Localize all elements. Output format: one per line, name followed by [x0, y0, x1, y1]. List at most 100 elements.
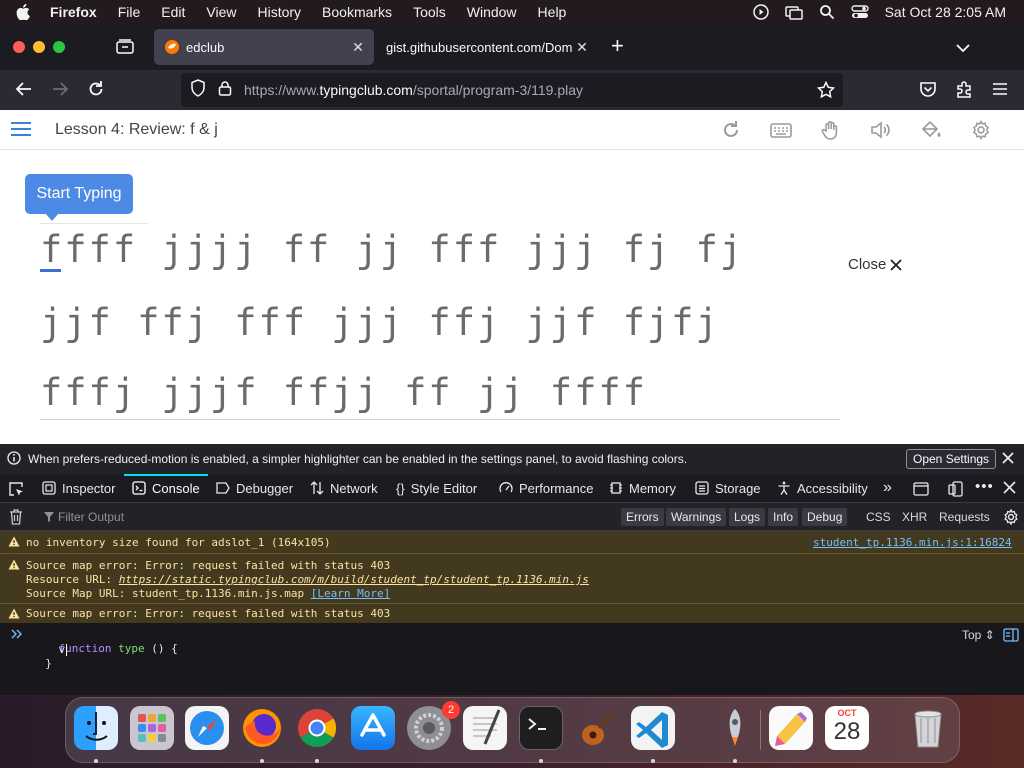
tab-close-icon[interactable]: ✕	[348, 39, 368, 56]
menubar-clock[interactable]: Sat Oct 28 2:05 AM	[885, 4, 1006, 20]
filter-output-input[interactable]: Filter Output	[58, 510, 124, 524]
filter-css-toggle[interactable]: CSS	[866, 510, 891, 524]
resource-url-link[interactable]: https://static.typingclub.com/m/build/st…	[119, 573, 589, 586]
menu-window[interactable]: Window	[467, 4, 517, 20]
pages-icon[interactable]	[769, 706, 813, 750]
sound-volume-icon[interactable]	[870, 120, 892, 145]
theme-paint-bucket-icon[interactable]	[920, 120, 942, 145]
window-close-button[interactable]	[13, 41, 25, 53]
lesson-header: Lesson 4: Review: f & j	[0, 110, 1024, 150]
menu-bookmarks[interactable]: Bookmarks	[322, 4, 392, 20]
play-icon[interactable]	[752, 4, 769, 20]
tab-close-icon[interactable]: ✕	[572, 39, 592, 56]
app-store-icon[interactable]	[351, 706, 395, 750]
devtools-tab-memory[interactable]: Memory	[609, 474, 676, 502]
devtools-close-icon[interactable]	[1003, 481, 1016, 497]
screen-mirroring-icon[interactable]	[784, 4, 803, 20]
open-settings-button[interactable]: Open Settings	[906, 449, 997, 469]
list-all-tabs-chevron-down-icon[interactable]	[956, 40, 970, 58]
filter-info-button[interactable]: Info	[768, 508, 799, 526]
launchpad-icon[interactable]	[130, 706, 174, 750]
filter-warnings-button[interactable]: Warnings	[666, 508, 727, 526]
responsive-design-icon[interactable]	[913, 481, 929, 500]
menu-edit[interactable]: Edit	[161, 4, 185, 20]
menu-help[interactable]: Help	[538, 4, 567, 20]
devtools-tab-accessibility[interactable]: Accessibility	[777, 474, 868, 502]
menu-tools[interactable]: Tools	[413, 4, 446, 20]
devtools-tab-style-editor[interactable]: {} Style Editor	[396, 474, 477, 502]
notification-close-icon[interactable]	[1001, 451, 1015, 468]
clear-console-trash-icon[interactable]	[9, 509, 23, 528]
console-input-editor[interactable]: function type () { v } Top ⇕	[0, 623, 1024, 695]
keyboard-icon[interactable]	[770, 120, 792, 145]
menu-history[interactable]: History	[257, 4, 301, 20]
devtools-tab-console[interactable]: Console	[124, 474, 208, 502]
app-menu-hamburger-icon[interactable]	[991, 80, 1009, 103]
devtools-tab-storage[interactable]: Storage	[695, 474, 761, 502]
filter-debug-button[interactable]: Debug	[802, 508, 848, 526]
menu-firefox[interactable]: Firefox	[50, 4, 97, 20]
vscode-icon[interactable]	[631, 706, 675, 750]
learn-more-link[interactable]: [Learn More]	[311, 587, 390, 600]
garageband-guitar-icon[interactable]	[575, 706, 619, 750]
console-warning-message: Source map error: Error: request failed …	[0, 603, 1024, 623]
window-zoom-button[interactable]	[53, 41, 65, 53]
rocket-app-icon[interactable]	[713, 706, 757, 750]
settings-gear-icon[interactable]	[971, 120, 991, 145]
context-selector[interactable]: Top ⇕	[962, 628, 995, 642]
calendar-icon[interactable]: OCT 28	[825, 706, 869, 750]
reload-icon[interactable]	[87, 80, 105, 103]
forward-arrow-icon[interactable]	[51, 80, 69, 103]
filter-funnel-icon	[44, 511, 54, 526]
filter-errors-button[interactable]: Errors	[621, 508, 664, 526]
close-button[interactable]: Close	[848, 256, 902, 273]
sidebar-toggle-icon[interactable]	[1003, 627, 1019, 646]
safari-icon[interactable]	[185, 706, 229, 750]
finder-icon[interactable]	[74, 706, 118, 750]
more-options-ellipsis-icon[interactable]: •••	[975, 478, 994, 495]
devtools-tab-inspector[interactable]: Inspector	[42, 474, 115, 502]
filter-requests-toggle[interactable]: Requests	[939, 510, 990, 524]
terminal-icon[interactable]	[519, 706, 563, 750]
firefox-icon[interactable]	[240, 706, 284, 750]
tab-edclub[interactable]: edclub ✕	[154, 29, 374, 65]
new-tab-button[interactable]: +	[611, 35, 624, 57]
chrome-icon[interactable]	[295, 706, 339, 750]
lock-icon[interactable]	[218, 80, 232, 101]
url-text[interactable]: https://www.typingclub.com/sportal/progr…	[244, 82, 583, 98]
bookmark-star-icon[interactable]	[816, 80, 836, 104]
spotlight-search-icon[interactable]	[819, 4, 835, 20]
console-settings-gear-icon[interactable]	[1003, 508, 1019, 528]
apple-icon[interactable]	[16, 4, 34, 20]
element-picker-icon[interactable]	[8, 481, 24, 500]
tracking-protection-shield-icon[interactable]	[190, 78, 206, 102]
more-tabs-chevron-icon[interactable]: »	[883, 479, 892, 497]
filter-logs-button[interactable]: Logs	[729, 508, 766, 526]
lesson-menu-hamburger-icon[interactable]	[10, 120, 32, 143]
trash-icon[interactable]	[906, 706, 950, 750]
start-typing-tooltip[interactable]: Start Typing	[25, 174, 133, 221]
message-source-link[interactable]: student_tp.1136.min.js:1:16824	[813, 536, 1012, 549]
devtools-tab-network[interactable]: Network	[310, 474, 378, 502]
accessibility-icon	[778, 481, 790, 495]
dock-side-icon[interactable]	[948, 481, 964, 500]
running-indicator	[733, 759, 737, 763]
devtools-tab-performance[interactable]: Performance	[499, 474, 593, 502]
restart-icon[interactable]	[721, 120, 741, 145]
menu-file[interactable]: File	[118, 4, 141, 20]
devtools-tab-debugger[interactable]: Debugger	[216, 474, 293, 502]
back-arrow-icon[interactable]	[15, 80, 33, 103]
devtools-notification-bar: When prefers-reduced-motion is enabled, …	[0, 444, 1024, 474]
address-bar[interactable]: https://www.typingclub.com/sportal/progr…	[181, 73, 843, 107]
control-center-icon[interactable]	[850, 4, 869, 20]
window-minimize-button[interactable]	[33, 41, 45, 53]
pocket-icon[interactable]	[919, 80, 937, 103]
menu-view[interactable]: View	[206, 4, 236, 20]
extensions-puzzle-icon[interactable]	[955, 80, 973, 103]
firefox-view-icon[interactable]	[116, 38, 134, 59]
hand-icon[interactable]	[821, 120, 841, 145]
filter-xhr-toggle[interactable]: XHR	[902, 510, 927, 524]
tab-gist[interactable]: gist.githubusercontent.com/Domiii/5 ✕	[378, 29, 598, 65]
textedit-icon[interactable]	[463, 706, 507, 750]
running-indicator	[260, 759, 264, 763]
